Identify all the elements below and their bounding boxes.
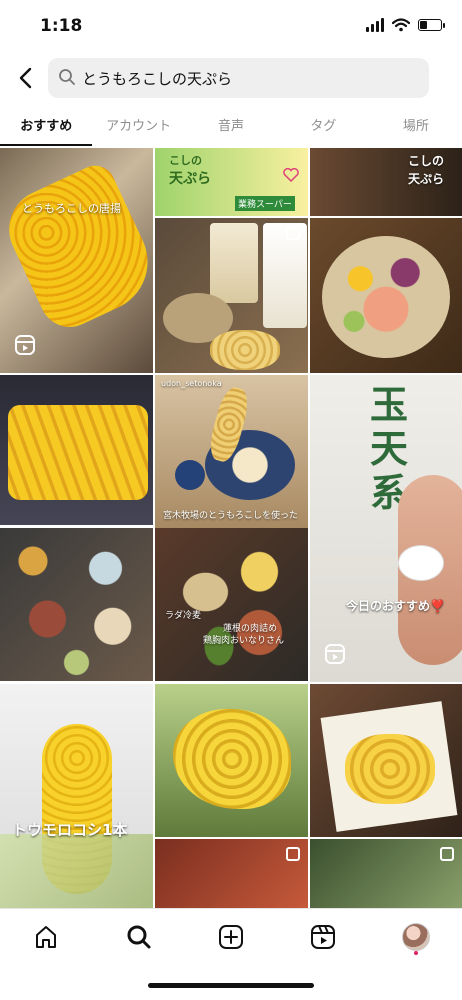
nav-home-button[interactable]	[26, 917, 66, 957]
grid-post[interactable]: トウモロコシ1本	[0, 684, 153, 908]
grid-post[interactable]	[310, 684, 462, 837]
post-overlay-text: とうもろこしの唐揚	[22, 202, 121, 215]
active-tab-indicator	[0, 144, 92, 146]
product-label: こしの	[169, 154, 202, 167]
search-icon	[127, 925, 151, 949]
post-overlay-text: トウモロコシ1本	[12, 821, 128, 839]
status-time: 1:18	[40, 16, 83, 36]
grid-post[interactable]: とうもろこしの唐揚	[0, 148, 153, 373]
product-label: 天ぷら	[169, 171, 211, 187]
collage-image	[4, 532, 149, 677]
tab-tags[interactable]: タグ	[277, 110, 369, 146]
search-row: とうもろこしの天ぷら	[0, 58, 462, 98]
avatar	[401, 923, 430, 951]
results-grid: とうもろこしの唐揚 トウモロコシ1本 こしの 天ぷら 業務スーパー udon_s…	[0, 148, 462, 908]
brand-badge: 業務スーパー	[235, 196, 295, 211]
home-icon	[36, 926, 57, 948]
grid-post[interactable]	[155, 839, 308, 908]
reels-icon	[15, 335, 35, 355]
product-label: こしの	[408, 154, 445, 168]
notification-dot	[413, 951, 418, 955]
glass-image	[263, 223, 307, 328]
grid-post[interactable]	[0, 375, 153, 525]
tab-audio[interactable]: 音声	[185, 110, 277, 146]
signal-icon	[366, 18, 384, 32]
grid-post[interactable]	[0, 528, 153, 681]
wifi-icon	[392, 18, 410, 32]
status-bar: 1:18	[0, 0, 462, 52]
fritter-image	[210, 330, 280, 370]
product-label: 天ぷら	[408, 172, 445, 186]
post-overlay-text: 今日のおすすめ❣️	[346, 599, 445, 613]
grid-post[interactable]: udon_setonoka 宮木牧場のとうもろこしを使った	[155, 375, 308, 528]
multi-post-icon	[286, 226, 300, 240]
grid-post[interactable]	[155, 218, 308, 373]
dish-image	[175, 460, 205, 490]
grid-post[interactable]	[155, 684, 308, 837]
nav-profile-button[interactable]	[396, 917, 436, 957]
corn-fritter-image	[345, 734, 435, 804]
search-tabs: おすすめ アカウント 音声 タグ 場所	[0, 110, 462, 146]
back-button[interactable]	[14, 64, 38, 92]
husk-image	[0, 834, 153, 908]
magnifier-icon	[59, 69, 75, 85]
multi-post-icon	[286, 847, 300, 861]
nav-explore-button[interactable]	[119, 917, 159, 957]
corn-image	[8, 405, 148, 500]
tab-accounts[interactable]: アカウント	[92, 110, 184, 146]
tab-recommended[interactable]: おすすめ	[0, 110, 92, 146]
nav-reels-button[interactable]	[303, 917, 343, 957]
multi-post-icon	[440, 847, 454, 861]
chevron-left-icon	[19, 67, 32, 89]
battery-icon	[418, 19, 445, 31]
grid-post[interactable]: 玉天系 今日のおすすめ❣️	[310, 375, 462, 682]
grid-post[interactable]: こしの 天ぷら 業務スーパー	[155, 148, 308, 216]
corn-image	[0, 159, 153, 337]
grid-post[interactable]	[310, 839, 462, 908]
search-input[interactable]: とうもろこしの天ぷら	[48, 58, 429, 98]
post-overlay-text: 宮木牧場のとうもろこしを使った	[163, 511, 299, 521]
grid-post[interactable]: こしの 天ぷら	[310, 148, 462, 216]
post-overlay-text: ラダ冷麦	[165, 611, 202, 621]
sticker-image	[398, 545, 444, 581]
glass-image	[210, 223, 258, 303]
reels-icon	[325, 644, 345, 664]
grid-post[interactable]	[310, 218, 462, 373]
home-indicator	[148, 983, 314, 988]
reels-icon	[311, 925, 336, 949]
post-overlay-text: 鶏胸肉おいなりさん	[203, 636, 285, 646]
corn-fritter-image	[173, 709, 291, 809]
bento-image	[322, 236, 450, 358]
tempura-platter-image	[165, 538, 300, 673]
search-query: とうもろこしの天ぷら	[82, 70, 233, 88]
post-username: udon_setonoka	[161, 379, 222, 388]
grid-post[interactable]: ラダ冷麦 蓮根の肉詰め 鶏胸肉おいなりさん	[155, 528, 308, 681]
plus-square-icon	[218, 925, 243, 949]
heart-icon	[283, 168, 299, 182]
bottom-nav	[0, 908, 462, 965]
status-icons	[366, 18, 445, 32]
nav-create-button[interactable]	[211, 917, 251, 957]
tab-places[interactable]: 場所	[370, 110, 462, 146]
